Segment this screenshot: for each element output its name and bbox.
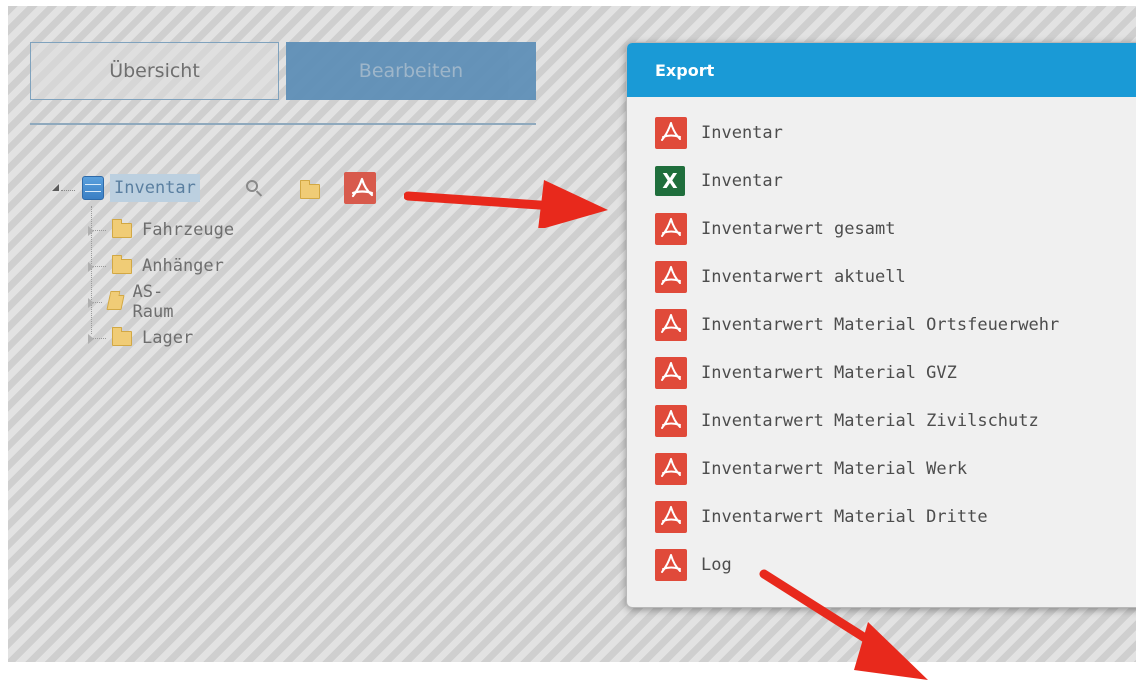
tree-item-label: Anhänger — [142, 256, 224, 276]
tab-uebersicht[interactable]: Übersicht — [30, 42, 279, 100]
pdf-icon — [655, 453, 687, 485]
export-header: Export — [627, 43, 1136, 97]
export-item-inventarwert-gesamt[interactable]: Inventarwert gesamt — [627, 205, 1136, 253]
export-item-label: Inventarwert Material Werk — [701, 459, 968, 479]
export-item-label: Inventar — [701, 171, 783, 191]
folder-icon — [112, 218, 132, 238]
pdf-icon — [655, 213, 687, 245]
annotation-arrow — [759, 569, 928, 680]
pdf-icon — [655, 357, 687, 389]
collapse-toggle-icon[interactable] — [52, 184, 59, 191]
tab-underline — [30, 123, 536, 125]
pdf-icon — [655, 309, 687, 341]
export-item-inventarwert-aktuell[interactable]: Inventarwert aktuell — [627, 253, 1136, 301]
export-item-label: Inventarwert gesamt — [701, 219, 896, 239]
folder-open-icon — [106, 294, 125, 310]
excel-icon: X — [655, 166, 685, 196]
tree-item-anhaenger[interactable]: Anhänger — [86, 252, 224, 280]
export-panel: Export Inventar X Inventar Inventarwert … — [626, 42, 1136, 608]
pdf-icon — [655, 261, 687, 293]
tree-item-label: Lager — [142, 328, 194, 348]
tree-item-fahrzeuge[interactable]: Fahrzeuge — [86, 216, 234, 244]
pdf-icon — [655, 549, 687, 581]
export-item-material-dritte[interactable]: Inventarwert Material Dritte — [627, 493, 1136, 541]
tree-item-lager[interactable]: Lager — [86, 324, 193, 352]
export-item-label: Inventarwert Material GVZ — [701, 363, 957, 383]
export-item-material-gvz[interactable]: Inventarwert Material GVZ — [627, 349, 1136, 397]
export-item-material-werk[interactable]: Inventarwert Material Werk — [627, 445, 1136, 493]
search-icon[interactable] — [246, 180, 258, 192]
export-item-label: Log — [701, 555, 732, 575]
export-item-label: Inventar — [701, 123, 783, 143]
pdf-icon — [655, 405, 687, 437]
database-icon — [82, 176, 104, 200]
export-item-label: Inventarwert aktuell — [701, 267, 906, 287]
export-item-label: Inventarwert Material Ortsfeuerwehr — [701, 315, 1060, 335]
pdf-icon[interactable] — [344, 172, 376, 204]
folder-icon — [112, 254, 132, 274]
export-item-material-zivilschutz[interactable]: Inventarwert Material Zivilschutz — [627, 397, 1136, 445]
tree-item-label: AS-Raum — [132, 282, 174, 322]
tree-item-as-raum[interactable]: AS-Raum — [86, 282, 183, 322]
folder-icon[interactable] — [300, 180, 320, 199]
pdf-icon — [655, 117, 687, 149]
tree-connector — [61, 190, 75, 191]
export-item-inventar-pdf[interactable]: Inventar — [627, 109, 1136, 157]
export-list: Inventar X Inventar Inventarwert gesamt … — [627, 109, 1136, 589]
export-item-inventar-excel[interactable]: X Inventar — [627, 157, 1136, 205]
pdf-icon — [655, 501, 687, 533]
export-item-label: Inventarwert Material Dritte — [701, 507, 988, 527]
tree-item-label: Fahrzeuge — [142, 220, 235, 240]
tab-bearbeiten[interactable]: Bearbeiten — [286, 42, 536, 100]
export-item-label: Inventarwert Material Zivilschutz — [701, 411, 1039, 431]
tree-root-label[interactable]: Inventar — [110, 174, 200, 202]
folder-icon — [112, 326, 132, 346]
inventory-tree: Inventar Fahrzeuge Anhänger AS-Raum Lage… — [38, 172, 376, 348]
annotation-arrow — [404, 180, 608, 228]
export-item-material-ortsfeuerwehr[interactable]: Inventarwert Material Ortsfeuerwehr — [627, 301, 1136, 349]
